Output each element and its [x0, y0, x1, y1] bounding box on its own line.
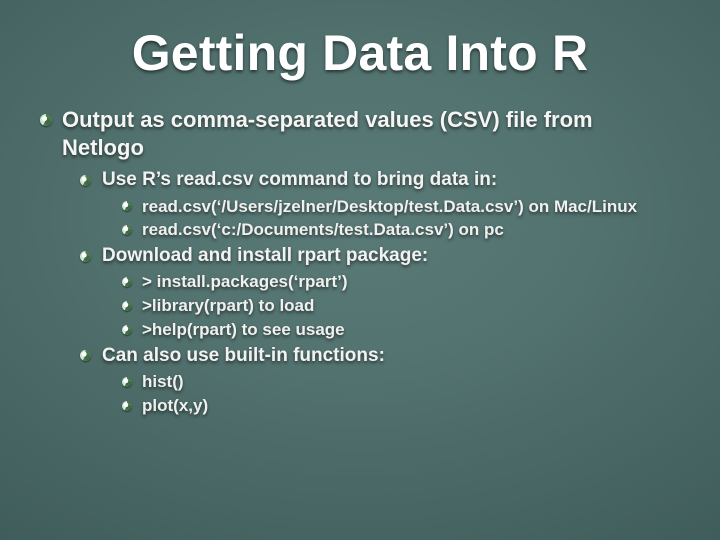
bullet-text: Use R’s read.csv command to bring data i… — [102, 169, 497, 190]
bullet-l3: hist() — [122, 371, 680, 393]
bullet-text: Output as comma-separated values (CSV) f… — [62, 107, 593, 160]
bullet-l3: >help(rpart) to see usage — [122, 319, 680, 341]
bullet-l3: >library(rpart) to load — [122, 295, 680, 317]
bullet-text: >help(rpart) to see usage — [142, 320, 345, 339]
bullet-l1: Output as comma-separated values (CSV) f… — [40, 106, 680, 417]
bullet-text: read.csv(‘c:/Documents/test.Data.csv’) o… — [142, 220, 504, 239]
bullet-l3: read.csv(‘c:/Documents/test.Data.csv’) o… — [122, 219, 680, 241]
slide-title: Getting Data Into R — [40, 24, 680, 82]
bullet-sublist: read.csv(‘/Users/jzelner/Desktop/test.Da… — [122, 196, 680, 242]
bullet-l3: > install.packages(‘rpart’) — [122, 271, 680, 293]
bullet-list: Output as comma-separated values (CSV) f… — [40, 106, 680, 417]
bullet-text: plot(x,y) — [142, 396, 208, 415]
bullet-sublist: > install.packages(‘rpart’) >library(rpa… — [122, 271, 680, 340]
bullet-text: > install.packages(‘rpart’) — [142, 272, 348, 291]
bullet-text: Can also use built-in functions: — [102, 345, 385, 366]
bullet-text: read.csv(‘/Users/jzelner/Desktop/test.Da… — [142, 197, 637, 216]
bullet-l3: read.csv(‘/Users/jzelner/Desktop/test.Da… — [122, 196, 680, 218]
bullet-text: >library(rpart) to load — [142, 296, 314, 315]
bullet-l2: Use R’s read.csv command to bring data i… — [80, 168, 680, 241]
bullet-l2: Can also use built-in functions: hist() … — [80, 344, 680, 417]
bullet-l2: Download and install rpart package: > in… — [80, 244, 680, 341]
bullet-text: hist() — [142, 372, 184, 391]
bullet-text: Download and install rpart package: — [102, 245, 428, 266]
bullet-sublist: hist() plot(x,y) — [122, 371, 680, 417]
bullet-sublist: Use R’s read.csv command to bring data i… — [80, 168, 680, 416]
bullet-l3: plot(x,y) — [122, 395, 680, 417]
slide: Getting Data Into R Output as comma-sepa… — [0, 0, 720, 540]
